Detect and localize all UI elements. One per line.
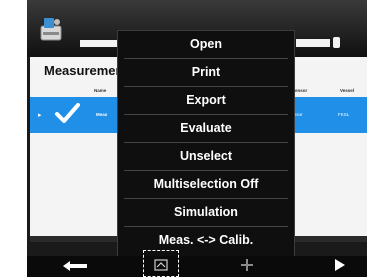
checkmark-icon[interactable] [54, 100, 80, 131]
header-status-bar-right [296, 39, 330, 47]
menu-item-simulation[interactable]: Simulation [118, 199, 294, 225]
context-menu-button[interactable] [145, 256, 177, 277]
back-arrow-icon [63, 258, 87, 276]
header-status-bar-left [80, 40, 120, 47]
measuring-station-icon[interactable] [37, 14, 67, 44]
column-header-vessel[interactable]: Vessel [340, 88, 354, 93]
row-vessel-cell: FKSL [338, 112, 350, 117]
add-icon [241, 258, 253, 276]
column-header-name[interactable]: Name [94, 88, 106, 93]
context-menu: Open Print Export Evaluate Unselect Mult… [117, 30, 295, 268]
header-indicator [333, 37, 340, 48]
menu-item-print[interactable]: Print [118, 59, 294, 85]
forward-button[interactable] [325, 256, 355, 277]
context-menu-icon [154, 258, 168, 276]
expand-arrow-icon[interactable]: ▸ [38, 111, 42, 119]
menu-item-multiselection[interactable]: Multiselection Off [118, 171, 294, 197]
menu-item-unselect[interactable]: Unselect [118, 143, 294, 169]
add-button[interactable] [232, 256, 262, 277]
forward-arrow-icon [335, 258, 345, 276]
row-name-cell: Meas [96, 112, 108, 117]
menu-item-export[interactable]: Export [118, 87, 294, 113]
menu-item-evaluate[interactable]: Evaluate [118, 115, 294, 141]
back-button[interactable] [55, 256, 95, 277]
menu-item-open[interactable]: Open [118, 31, 294, 57]
